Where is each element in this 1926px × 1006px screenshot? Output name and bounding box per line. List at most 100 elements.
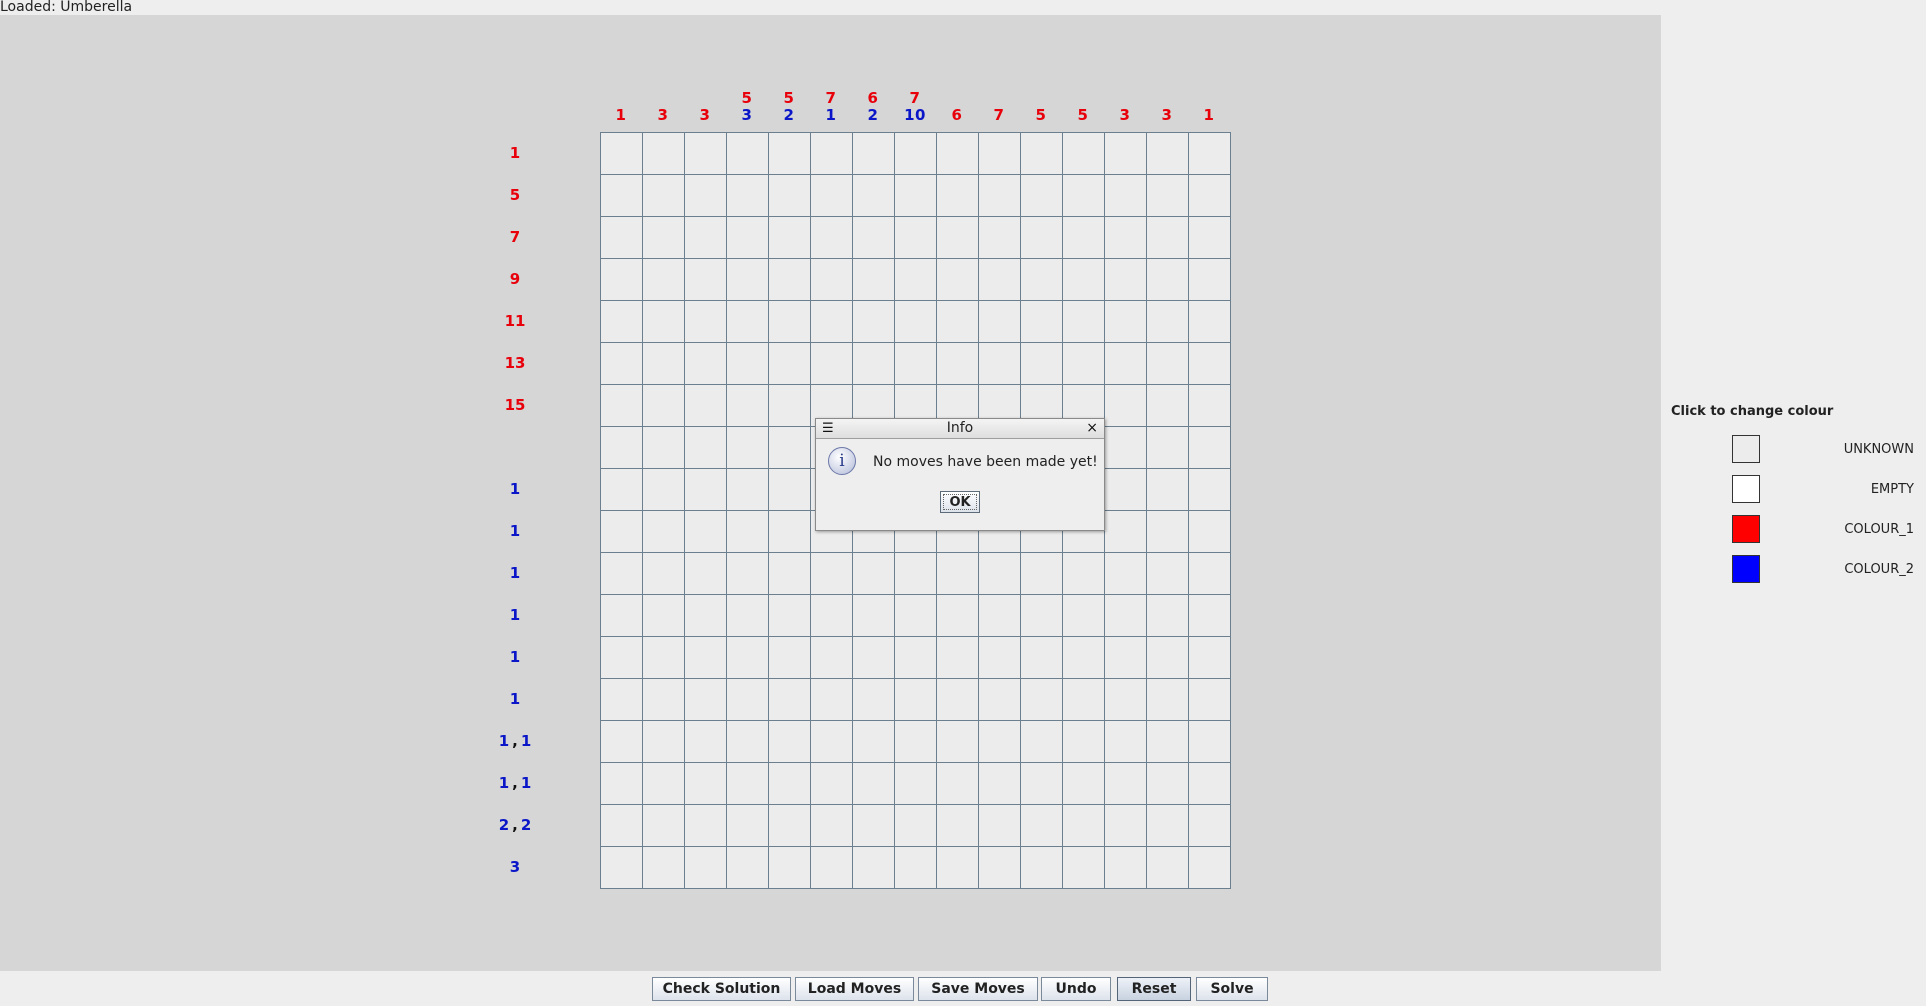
grid-cell[interactable] xyxy=(1021,343,1063,385)
grid-cell[interactable] xyxy=(1189,553,1231,595)
grid-cell[interactable] xyxy=(1189,637,1231,679)
grid-cell[interactable] xyxy=(643,427,685,469)
grid-cell[interactable] xyxy=(937,805,979,847)
reset-button[interactable]: Reset xyxy=(1117,977,1191,1001)
grid-cell[interactable] xyxy=(727,805,769,847)
grid-cell[interactable] xyxy=(1189,175,1231,217)
grid-cell[interactable] xyxy=(685,805,727,847)
grid-cell[interactable] xyxy=(601,427,643,469)
grid-cell[interactable] xyxy=(811,763,853,805)
grid-cell[interactable] xyxy=(1189,259,1231,301)
grid-cell[interactable] xyxy=(895,805,937,847)
grid-cell[interactable] xyxy=(853,343,895,385)
grid-cell[interactable] xyxy=(685,427,727,469)
grid-cell[interactable] xyxy=(979,763,1021,805)
grid-cell[interactable] xyxy=(1105,511,1147,553)
grid-cell[interactable] xyxy=(1147,133,1189,175)
grid-cell[interactable] xyxy=(979,301,1021,343)
grid-cell[interactable] xyxy=(727,637,769,679)
grid-cell[interactable] xyxy=(685,679,727,721)
grid-cell[interactable] xyxy=(601,553,643,595)
grid-cell[interactable] xyxy=(979,217,1021,259)
grid-cell[interactable] xyxy=(643,343,685,385)
grid-cell[interactable] xyxy=(853,133,895,175)
grid-cell[interactable] xyxy=(1189,763,1231,805)
grid-cell[interactable] xyxy=(937,301,979,343)
grid-cell[interactable] xyxy=(769,763,811,805)
grid-cell[interactable] xyxy=(769,385,811,427)
grid-cell[interactable] xyxy=(895,217,937,259)
grid-cell[interactable] xyxy=(1189,343,1231,385)
grid-cell[interactable] xyxy=(727,259,769,301)
grid-cell[interactable] xyxy=(727,847,769,889)
grid-cell[interactable] xyxy=(853,217,895,259)
grid-cell[interactable] xyxy=(811,805,853,847)
grid-cell[interactable] xyxy=(979,133,1021,175)
grid-cell[interactable] xyxy=(1105,637,1147,679)
grid-cell[interactable] xyxy=(1105,301,1147,343)
grid-cell[interactable] xyxy=(1147,679,1189,721)
grid-cell[interactable] xyxy=(1147,343,1189,385)
grid-cell[interactable] xyxy=(685,133,727,175)
grid-cell[interactable] xyxy=(1063,217,1105,259)
grid-cell[interactable] xyxy=(1189,721,1231,763)
grid-cell[interactable] xyxy=(937,595,979,637)
grid-cell[interactable] xyxy=(643,133,685,175)
grid-cell[interactable] xyxy=(769,595,811,637)
grid-cell[interactable] xyxy=(1147,385,1189,427)
grid-cell[interactable] xyxy=(811,343,853,385)
grid-cell[interactable] xyxy=(769,217,811,259)
grid-cell[interactable] xyxy=(937,175,979,217)
grid-cell[interactable] xyxy=(769,553,811,595)
grid-cell[interactable] xyxy=(1021,301,1063,343)
grid-cell[interactable] xyxy=(685,763,727,805)
grid-cell[interactable] xyxy=(1189,805,1231,847)
grid-cell[interactable] xyxy=(727,595,769,637)
grid-cell[interactable] xyxy=(769,133,811,175)
grid-cell[interactable] xyxy=(1063,679,1105,721)
grid-cell[interactable] xyxy=(727,385,769,427)
grid-cell[interactable] xyxy=(1063,343,1105,385)
grid-cell[interactable] xyxy=(1105,595,1147,637)
grid-cell[interactable] xyxy=(1105,679,1147,721)
grid-cell[interactable] xyxy=(643,595,685,637)
grid-cell[interactable] xyxy=(853,553,895,595)
grid-cell[interactable] xyxy=(685,175,727,217)
grid-cell[interactable] xyxy=(1021,595,1063,637)
grid-cell[interactable] xyxy=(1105,133,1147,175)
grid-cell[interactable] xyxy=(937,847,979,889)
grid-cell[interactable] xyxy=(895,637,937,679)
grid-cell[interactable] xyxy=(601,763,643,805)
grid-cell[interactable] xyxy=(1189,595,1231,637)
grid-cell[interactable] xyxy=(895,175,937,217)
grid-cell[interactable] xyxy=(1021,217,1063,259)
dialog-title-bar[interactable]: ☰ Info × xyxy=(816,419,1104,439)
colour-swatch[interactable] xyxy=(1732,555,1760,583)
grid-cell[interactable] xyxy=(1021,721,1063,763)
legend-item-colour-1[interactable]: COLOUR_1 xyxy=(1672,515,1920,547)
grid-cell[interactable] xyxy=(1147,805,1189,847)
legend-item-unknown[interactable]: UNKNOWN xyxy=(1672,435,1920,467)
grid-cell[interactable] xyxy=(811,595,853,637)
grid-cell[interactable] xyxy=(1105,847,1147,889)
grid-cell[interactable] xyxy=(811,175,853,217)
grid-cell[interactable] xyxy=(1021,679,1063,721)
grid-cell[interactable] xyxy=(895,679,937,721)
grid-cell[interactable] xyxy=(1189,427,1231,469)
grid-cell[interactable] xyxy=(1105,763,1147,805)
grid-cell[interactable] xyxy=(1147,259,1189,301)
grid-cell[interactable] xyxy=(1021,805,1063,847)
grid-cell[interactable] xyxy=(1105,385,1147,427)
grid-cell[interactable] xyxy=(853,847,895,889)
grid-cell[interactable] xyxy=(601,511,643,553)
grid-cell[interactable] xyxy=(727,217,769,259)
grid-cell[interactable] xyxy=(643,679,685,721)
colour-swatch[interactable] xyxy=(1732,475,1760,503)
grid-cell[interactable] xyxy=(727,469,769,511)
grid-cell[interactable] xyxy=(979,637,1021,679)
grid-cell[interactable] xyxy=(769,301,811,343)
grid-cell[interactable] xyxy=(727,553,769,595)
grid-cell[interactable] xyxy=(643,805,685,847)
grid-cell[interactable] xyxy=(979,847,1021,889)
grid-cell[interactable] xyxy=(601,217,643,259)
